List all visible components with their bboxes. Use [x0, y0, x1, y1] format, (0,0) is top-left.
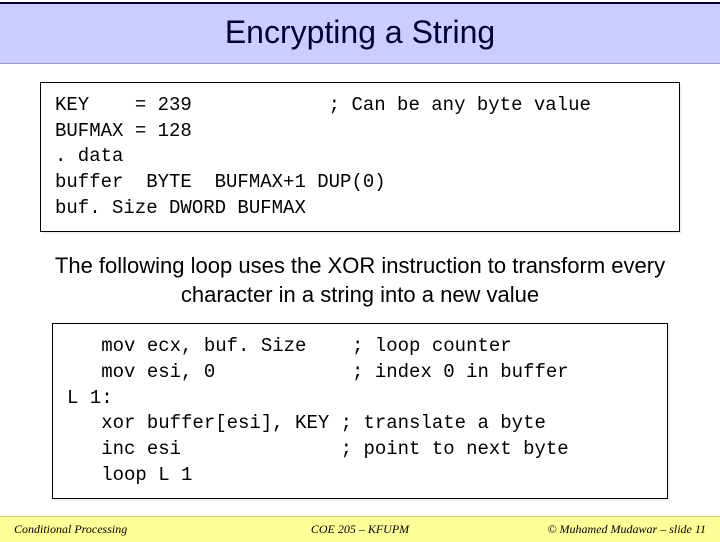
- footer-left: Conditional Processing: [14, 522, 127, 537]
- title-bar: Encrypting a String: [0, 2, 720, 64]
- code-block-loop: mov ecx, buf. Size ; loop counter mov es…: [52, 323, 668, 499]
- body-paragraph: The following loop uses the XOR instruct…: [30, 252, 690, 309]
- slide-footer: Conditional Processing COE 205 – KFUPM ©…: [0, 516, 720, 542]
- slide-title: Encrypting a String: [0, 14, 720, 51]
- code-block-declarations: KEY = 239 ; Can be any byte value BUFMAX…: [40, 82, 680, 232]
- footer-right: © Muhamed Mudawar – slide 11: [547, 522, 706, 537]
- footer-center: COE 205 – KFUPM: [311, 522, 409, 537]
